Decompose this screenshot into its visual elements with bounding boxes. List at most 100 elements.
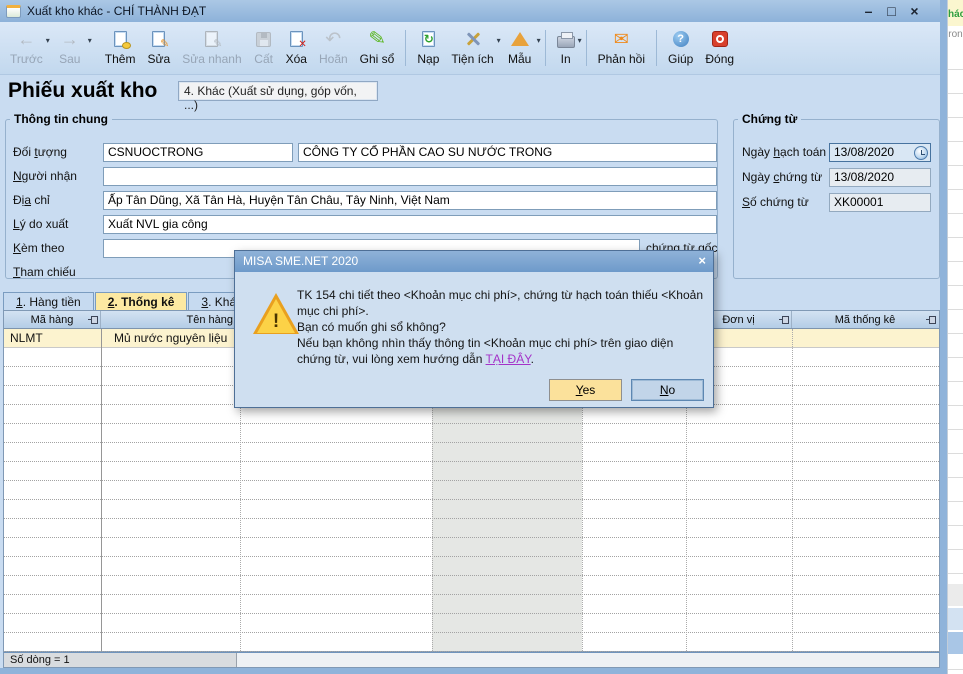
so-chung-tu-input[interactable]: XK00001	[829, 193, 931, 212]
so-chung-tu-label: Số chứng từ	[742, 195, 809, 209]
empty-row[interactable]	[4, 424, 939, 443]
caret-down-icon: ▾	[88, 36, 92, 45]
add-button[interactable]: Thêm	[99, 24, 142, 74]
template-button[interactable]: ▾ Mẫu	[500, 24, 540, 74]
no-button[interactable]: No	[631, 379, 704, 401]
print-button[interactable]: ▾ In	[551, 24, 581, 74]
caret-down-icon: ▾	[578, 36, 582, 45]
quick-edit-icon: ✎	[205, 31, 218, 47]
ngay-chung-tu-label: Ngày chứng từ	[742, 170, 822, 184]
window-icon	[6, 5, 21, 18]
column-header-ten-hang[interactable]: Tên hàng	[101, 311, 240, 328]
empty-row[interactable]	[4, 519, 939, 538]
delete-button[interactable]: ✕ Xóa	[280, 24, 313, 74]
empty-row[interactable]	[4, 557, 939, 576]
row-count-status: Số dòng = 1	[4, 653, 237, 667]
dia-chi-label: Địa chỉ	[13, 193, 50, 207]
utilities-button[interactable]: ▾ Tiện ích	[445, 24, 499, 74]
doi-tuong-code-input[interactable]: CSNUOCTRONG	[103, 143, 293, 162]
toolbar-separator	[586, 30, 587, 66]
reload-button[interactable]: ↻ Nạp	[411, 24, 445, 74]
edit-button[interactable]: ✎ Sửa	[141, 24, 176, 74]
floppy-disk-icon	[256, 32, 271, 47]
dia-chi-input[interactable]: Ấp Tân Dũng, Xã Tân Hà, Huyện Tân Châu, …	[103, 191, 717, 210]
close-button[interactable]: ×	[903, 1, 926, 21]
refresh-icon: ↻	[422, 31, 435, 47]
toolbar: ← ▾ Trước → ▾ Sau Thêm ✎ Sửa ✎ Sửa nhanh	[0, 22, 940, 75]
quick-edit-button: ✎ Sửa nhanh	[176, 24, 247, 74]
message-dialog: MISA SME.NET 2020 × ! TK 154 chi tiết th…	[234, 250, 714, 408]
background-window-cell	[948, 584, 963, 606]
background-window-strip: hác ron	[947, 0, 963, 674]
status-bar: Số dòng = 1	[3, 652, 940, 668]
tools-icon	[464, 30, 482, 48]
background-window-tab: hác	[948, 0, 963, 26]
dialog-close-icon[interactable]: ×	[698, 253, 706, 268]
ruler-triangle-icon	[511, 32, 529, 46]
back-arrow-icon: ←	[17, 30, 35, 48]
ngay-hach-toan-input[interactable]: 13/08/2020	[829, 143, 931, 162]
empty-row[interactable]	[4, 481, 939, 500]
tab-thong-ke[interactable]: 2. Thống kê	[95, 292, 188, 310]
caret-down-icon: ▾	[537, 36, 541, 45]
minimize-button[interactable]: –	[857, 1, 880, 21]
post-button[interactable]: ✎ Ghi sổ	[354, 24, 401, 74]
ngay-hach-toan-label: Ngày hạch toán	[742, 145, 826, 159]
pin-icon[interactable]	[926, 315, 935, 325]
cell-ma-hang[interactable]: NLMT	[4, 329, 101, 347]
nguoi-nhan-input[interactable]	[103, 167, 717, 186]
page-title: Phiếu xuất kho	[8, 79, 157, 103]
kem-theo-label: Kèm theo	[13, 241, 64, 255]
close-window-button[interactable]: Đóng	[699, 24, 740, 74]
pin-icon[interactable]	[779, 315, 788, 325]
previous-button: ← ▾ Trước	[4, 24, 49, 74]
printer-icon	[557, 36, 575, 48]
edit-document-icon: ✎	[152, 31, 165, 47]
tab-hang-tien[interactable]: 1. Hàng tiền	[3, 292, 94, 310]
maximize-button[interactable]: □	[880, 1, 903, 21]
help-icon: ?	[673, 31, 689, 47]
help-button[interactable]: ? Giúp	[662, 24, 699, 74]
ngay-chung-tu-input[interactable]: 13/08/2020	[829, 168, 931, 187]
ly-do-xuat-input[interactable]: Xuất NVL gia công	[103, 215, 717, 234]
empty-row[interactable]	[4, 443, 939, 462]
empty-row[interactable]	[4, 576, 939, 595]
general-info-legend: Thông tin chung	[10, 112, 112, 126]
empty-row[interactable]	[4, 633, 939, 652]
save-button: Cất	[248, 24, 280, 74]
background-window-gridlines	[948, 46, 963, 674]
empty-row[interactable]	[4, 595, 939, 614]
window-title: Xuất kho khác - CHÍ THÀNH ĐẠT	[27, 4, 206, 18]
ly-do-xuat-label: Lý do xuất	[13, 217, 68, 231]
voucher-type-field[interactable]: 4. Khác (Xuất sử dụng, góp vốn, ...)	[178, 81, 378, 101]
feedback-button[interactable]: ✉ Phản hồi	[592, 24, 651, 74]
column-header-ma-hang[interactable]: Mã hàng	[4, 311, 101, 328]
empty-row[interactable]	[4, 462, 939, 481]
tai-day-link[interactable]: TẠI ĐÂY	[486, 352, 531, 366]
power-close-icon	[712, 31, 728, 47]
column-divider	[792, 329, 793, 651]
clock-icon[interactable]	[914, 146, 928, 160]
document-info-group: Chứng từ Ngày hạch toán 13/08/2020 Ngày …	[733, 112, 940, 279]
title-bar: Xuất kho khác - CHÍ THÀNH ĐẠT – □ ×	[0, 0, 940, 22]
forward-arrow-icon: →	[61, 30, 79, 48]
background-window-text: ron	[948, 29, 963, 40]
empty-row[interactable]	[4, 614, 939, 633]
doi-tuong-name-input[interactable]: CÔNG TY CỔ PHẦN CAO SU NƯỚC TRONG	[298, 143, 717, 162]
envelope-icon: ✉	[614, 30, 629, 48]
pin-icon[interactable]	[88, 315, 97, 325]
delete-document-icon: ✕	[290, 31, 303, 47]
doi-tuong-label: Đối tượng	[13, 145, 67, 159]
document-info-legend: Chứng từ	[738, 112, 801, 126]
empty-row[interactable]	[4, 538, 939, 557]
yes-button[interactable]: Yes	[549, 379, 622, 401]
nguoi-nhan-label: Người nhận	[13, 169, 77, 183]
column-divider	[101, 329, 102, 651]
green-pencil-icon: ✎	[367, 28, 386, 50]
cell-ten-hang[interactable]: Mủ nước nguyên liệu	[101, 329, 240, 347]
tham-chieu-label: Tham chiếu	[13, 265, 76, 279]
screen: hác ron Xuất kho khác - CHÍ THÀNH ĐẠT – …	[0, 0, 963, 674]
empty-row[interactable]	[4, 500, 939, 519]
next-button: → ▾ Sau	[49, 24, 91, 74]
column-header-ma-thong-ke[interactable]: Mã thống kê	[792, 311, 938, 328]
